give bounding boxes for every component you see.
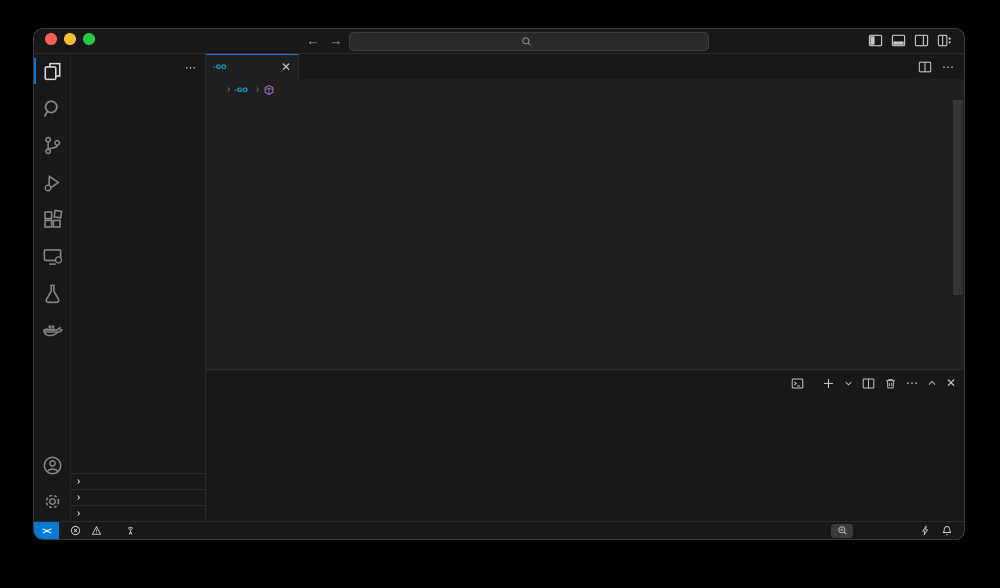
chevron-right-icon: › <box>77 476 80 487</box>
minimize-window-button[interactable] <box>64 33 76 45</box>
terminal-profile-chevron-down-icon[interactable] <box>844 379 853 388</box>
chevron-right-icon: › <box>77 492 80 503</box>
notifications-bell[interactable] <box>936 522 958 539</box>
explorer-icon[interactable] <box>36 59 69 83</box>
editor-more-actions-icon[interactable]: ⋯ <box>942 60 954 74</box>
command-center-search[interactable] <box>349 32 709 51</box>
ports-status[interactable] <box>120 522 144 539</box>
bottom-panel: ⋯ ✕ <box>206 369 964 521</box>
symbol-namespace-icon <box>263 84 275 96</box>
editor-tab-bar: -GO ✕ ⋯ <box>206 54 964 79</box>
toggle-primary-sidebar-icon[interactable] <box>868 33 883 48</box>
title-bar: ← → <box>34 29 964 54</box>
radio-tower-icon <box>125 525 136 536</box>
cursor-position-status[interactable] <box>859 522 869 539</box>
split-terminal-icon[interactable] <box>862 377 875 390</box>
close-tab-icon[interactable]: ✕ <box>281 61 291 73</box>
go-file-icon: -GO <box>234 86 248 94</box>
language-mode-status[interactable] <box>899 522 912 539</box>
remote-explorer-icon[interactable] <box>36 244 69 268</box>
zoom-window-button[interactable] <box>83 33 95 45</box>
close-window-button[interactable] <box>45 33 57 45</box>
kill-terminal-trash-icon[interactable] <box>884 377 897 390</box>
split-editor-icon[interactable] <box>918 60 932 74</box>
source-control-icon[interactable] <box>36 133 69 157</box>
explorer-sidebar: ⋯ › › › <box>71 54 206 521</box>
run-debug-icon[interactable] <box>36 170 69 194</box>
chevron-right-icon: › <box>77 508 80 519</box>
indentation-status[interactable] <box>869 522 879 539</box>
terminal-icon <box>791 377 804 390</box>
timeline-section[interactable]: › <box>71 489 205 505</box>
customize-layout-icon[interactable] <box>937 33 952 48</box>
accounts-icon[interactable] <box>36 453 69 477</box>
search-icon <box>521 36 532 47</box>
scrollbar-thumb[interactable] <box>953 100 963 295</box>
extensions-icon[interactable] <box>36 207 69 231</box>
problems-status[interactable] <box>65 522 110 539</box>
warning-icon <box>91 525 102 536</box>
outline-section[interactable]: › <box>71 473 205 489</box>
vscode-window: ← → <box>33 28 965 540</box>
eol-status[interactable] <box>889 522 899 539</box>
status-bar: >< <box>34 521 964 539</box>
close-panel-icon[interactable]: ✕ <box>946 376 956 390</box>
toggle-secondary-sidebar-icon[interactable] <box>914 33 929 48</box>
chevron-right-icon: › <box>227 84 230 95</box>
go-section[interactable]: › <box>71 505 205 521</box>
encoding-status[interactable] <box>879 522 889 539</box>
history-back-icon[interactable]: ← <box>304 32 322 50</box>
chevron-right-icon: › <box>256 84 259 95</box>
code-editor[interactable] <box>206 100 964 369</box>
new-terminal-plus-icon[interactable] <box>822 377 835 390</box>
sidebar-bottom-sections: › › › <box>71 473 205 521</box>
search-icon[interactable] <box>36 96 69 120</box>
zoom-in-icon <box>837 525 848 536</box>
breadcrumb: › -GO › <box>206 79 964 100</box>
go-version-status[interactable] <box>912 522 936 539</box>
bell-icon <box>941 525 953 537</box>
history-forward-icon[interactable]: → <box>327 32 345 50</box>
editor-scrollbar[interactable] <box>952 100 964 369</box>
settings-gear-icon[interactable] <box>36 489 69 513</box>
maximize-panel-chevron-up-icon[interactable] <box>927 378 937 388</box>
error-icon <box>70 525 81 536</box>
panel-more-actions-icon[interactable]: ⋯ <box>906 376 918 390</box>
remote-indicator[interactable]: >< <box>34 522 59 539</box>
testing-icon[interactable] <box>36 281 69 305</box>
zoom-status-button[interactable] <box>831 524 853 538</box>
docker-icon[interactable] <box>36 318 69 342</box>
toggle-panel-icon[interactable] <box>891 33 906 48</box>
terminal-output[interactable] <box>206 396 964 521</box>
lightning-icon <box>920 525 931 536</box>
activity-bar <box>34 54 71 521</box>
explorer-more-actions-icon[interactable]: ⋯ <box>185 61 197 74</box>
go-file-icon: -GO <box>213 63 227 71</box>
tab-main-go[interactable]: -GO ✕ <box>206 54 299 79</box>
